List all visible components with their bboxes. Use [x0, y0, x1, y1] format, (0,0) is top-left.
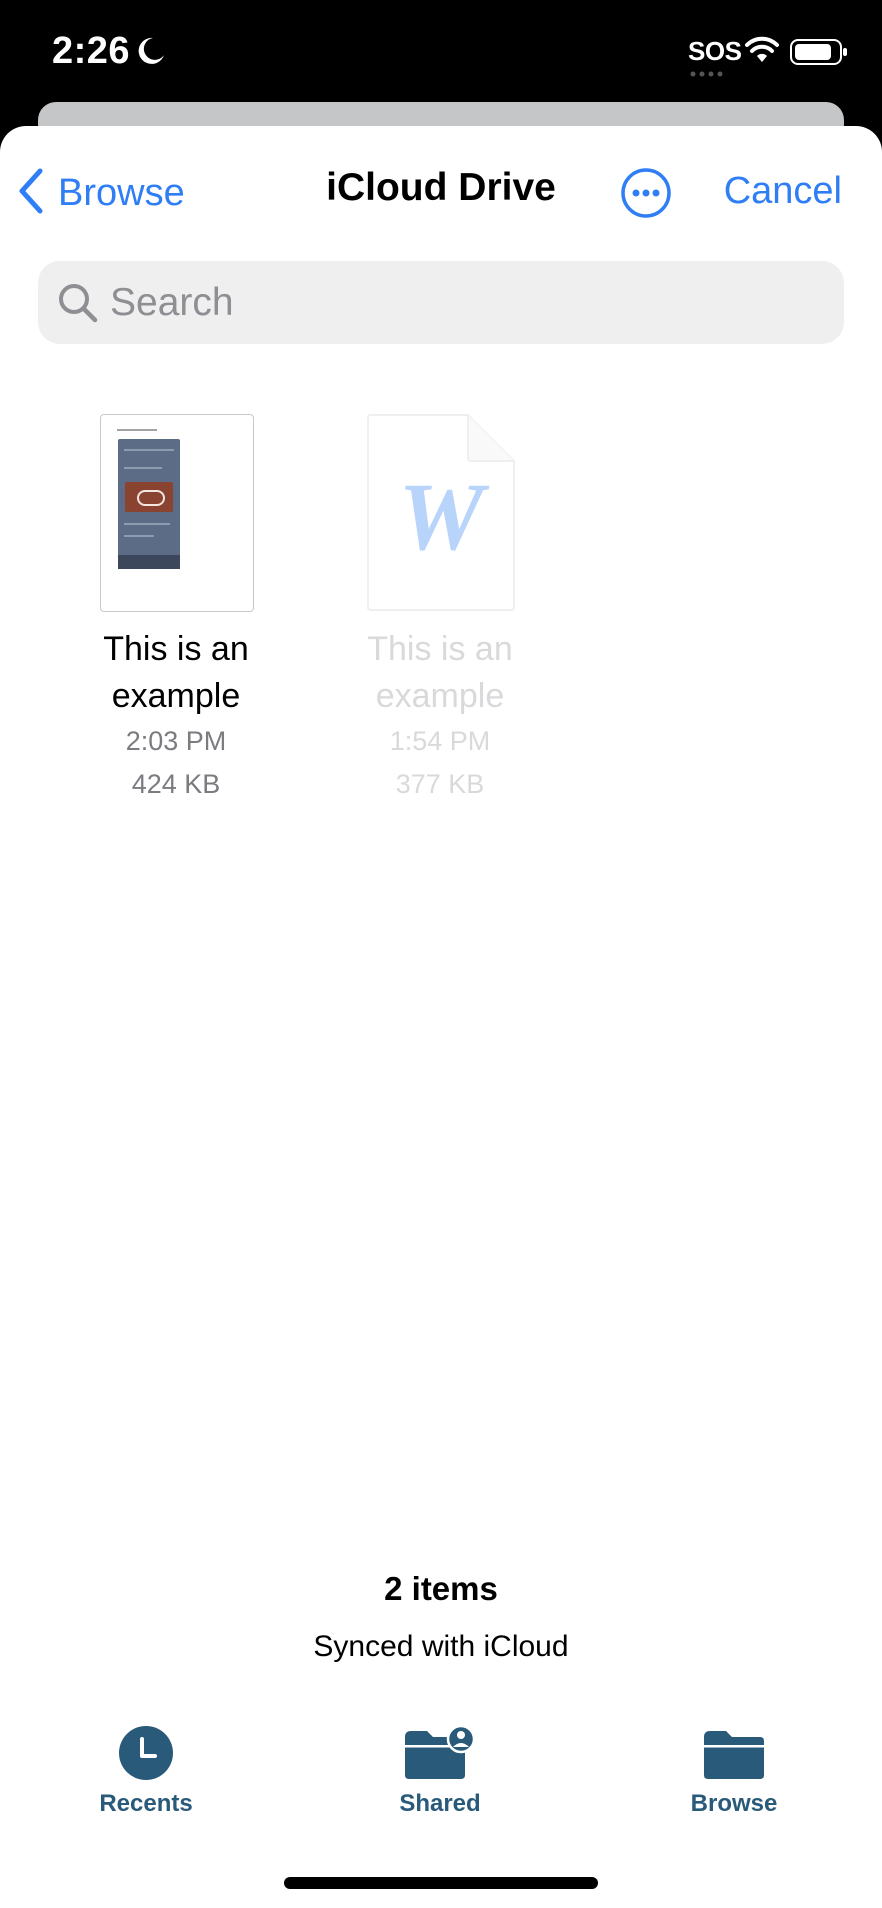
file-size: 377 KB — [395, 769, 485, 799]
word-document-icon: W — [366, 414, 516, 617]
file-time: 2:03 PM — [125, 726, 227, 756]
folder-icon — [702, 1729, 766, 1786]
clock-icon — [118, 1725, 174, 1786]
shared-folder-icon — [403, 1724, 477, 1786]
file-item-disabled: W This is an example 1:54 PM 377 KB — [340, 414, 540, 806]
chevron-left-icon — [18, 168, 44, 219]
search-icon — [56, 281, 100, 330]
ellipsis-circle-icon — [620, 168, 672, 223]
file-name: This is an example — [103, 630, 249, 715]
home-indicator[interactable] — [284, 1877, 598, 1889]
search-bar[interactable] — [38, 261, 844, 344]
cancel-button[interactable]: Cancel — [724, 170, 842, 213]
back-button[interactable]: Browse — [18, 168, 185, 218]
sos-indicator: SOS — [688, 36, 742, 66]
moon-icon — [136, 36, 166, 71]
item-count: 2 items — [384, 1570, 498, 1607]
back-button-label: Browse — [58, 171, 185, 214]
wifi-icon — [744, 36, 780, 69]
search-input[interactable] — [110, 261, 830, 344]
file-item[interactable]: This is an example 2:03 PM 424 KB — [76, 414, 276, 806]
status-bar: 2:26 SOS — [0, 0, 882, 105]
status-time: 2:26 — [52, 30, 131, 72]
tab-shared[interactable]: Shared — [360, 1724, 520, 1818]
file-name: This is an example — [367, 630, 513, 715]
svg-text:W: W — [398, 463, 489, 570]
tab-label: Browse — [690, 1790, 778, 1817]
tab-recents[interactable]: Recents — [66, 1726, 226, 1818]
tab-browse[interactable]: Browse — [654, 1730, 814, 1818]
tab-label: Shared — [399, 1790, 481, 1817]
file-time: 1:54 PM — [389, 726, 491, 756]
sync-status: Synced with iCloud — [313, 1630, 569, 1663]
image-preview — [100, 414, 254, 612]
signal-dots-icon — [690, 64, 730, 82]
file-thumbnail: W — [340, 414, 540, 614]
file-size: 424 KB — [131, 769, 221, 799]
battery-icon — [790, 38, 848, 71]
tab-label: Recents — [99, 1790, 193, 1817]
more-options-button[interactable] — [620, 167, 672, 224]
file-thumbnail — [76, 414, 276, 614]
artwork-image — [125, 482, 173, 512]
